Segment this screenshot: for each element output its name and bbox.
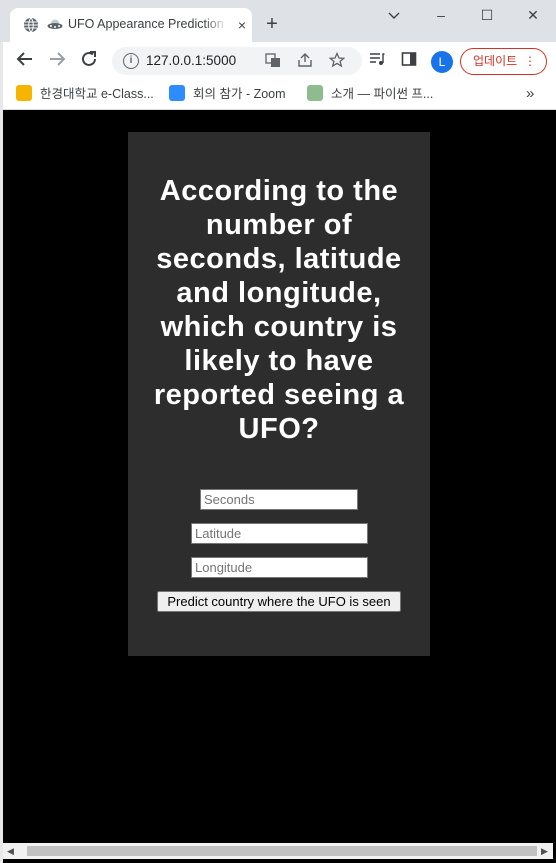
bookmarks-overflow-button[interactable]: » [526, 85, 534, 103]
bookmarks-bar: 한경대학교 e-Class... 회의 참가 - Zoom 소개 — 파이썬 프… [0, 79, 556, 110]
predict-button[interactable]: Predict country where the UFO is seen [157, 591, 401, 612]
close-window-button[interactable]: ✕ [523, 5, 543, 25]
share-icon[interactable] [296, 52, 314, 70]
maximize-button[interactable]: ☐ [477, 5, 497, 25]
minimize-button[interactable]: – [431, 5, 451, 25]
update-label: 업데이트 [473, 54, 518, 68]
prediction-card: According to the number of seconds, lati… [128, 132, 430, 656]
globe-icon [23, 17, 39, 33]
python-docs-icon [307, 85, 323, 101]
reload-icon[interactable] [78, 50, 100, 72]
back-icon[interactable] [14, 50, 36, 72]
browser-window: UFO Appearance Prediction × + – ☐ ✕ i 12… [0, 0, 556, 863]
profile-avatar[interactable]: L [431, 51, 453, 73]
bookmark-python-intro[interactable]: 소개 — 파이썬 프... [307, 85, 433, 103]
bookmark-hankyong-eclass[interactable]: 한경대학교 e-Class... [16, 85, 154, 103]
scroll-right-arrow-icon[interactable]: ▶ [541, 846, 548, 857]
hankyong-logo-icon [16, 85, 32, 101]
more-menu-icon[interactable]: ⋮ [524, 49, 536, 74]
update-button[interactable]: 업데이트 ⋮ [460, 48, 547, 75]
bookmark-label: 한경대학교 e-Class... [40, 87, 154, 101]
zoom-icon [169, 85, 185, 101]
reading-list-icon[interactable] [367, 51, 387, 71]
forward-icon[interactable] [46, 50, 68, 72]
latitude-input[interactable] [191, 523, 368, 544]
ufo-icon [47, 18, 63, 32]
url-text: 127.0.0.1:5000 [146, 53, 237, 68]
scroll-left-arrow-icon[interactable]: ◀ [7, 846, 14, 857]
page-viewport: According to the number of seconds, lati… [3, 111, 553, 843]
tab-ufo-prediction[interactable]: UFO Appearance Prediction × [10, 8, 252, 42]
longitude-input[interactable] [191, 557, 368, 578]
chevron-down-icon[interactable] [384, 5, 404, 25]
bookmark-label: 소개 — 파이썬 프... [331, 87, 434, 101]
bookmark-star-icon[interactable] [328, 51, 346, 70]
address-bar[interactable]: i 127.0.0.1:5000 [112, 47, 362, 75]
tab-strip: UFO Appearance Prediction × + – ☐ ✕ [0, 0, 556, 42]
close-tab-icon[interactable]: × [234, 17, 250, 33]
page-heading: According to the number of seconds, lati… [153, 175, 405, 445]
info-icon[interactable]: i [123, 53, 139, 69]
horizontal-scrollbar[interactable]: ◀ ▶ [3, 843, 553, 859]
side-panel-icon[interactable] [399, 51, 419, 71]
bookmark-label: 회의 참가 - Zoom [193, 87, 286, 101]
tab-title: UFO Appearance Prediction [68, 17, 224, 31]
scrollbar-thumb[interactable] [27, 846, 537, 856]
translate-icon[interactable] [264, 52, 282, 70]
seconds-input[interactable] [200, 489, 358, 510]
bookmark-zoom[interactable]: 회의 참가 - Zoom [169, 85, 286, 103]
new-tab-button[interactable]: + [262, 14, 282, 34]
